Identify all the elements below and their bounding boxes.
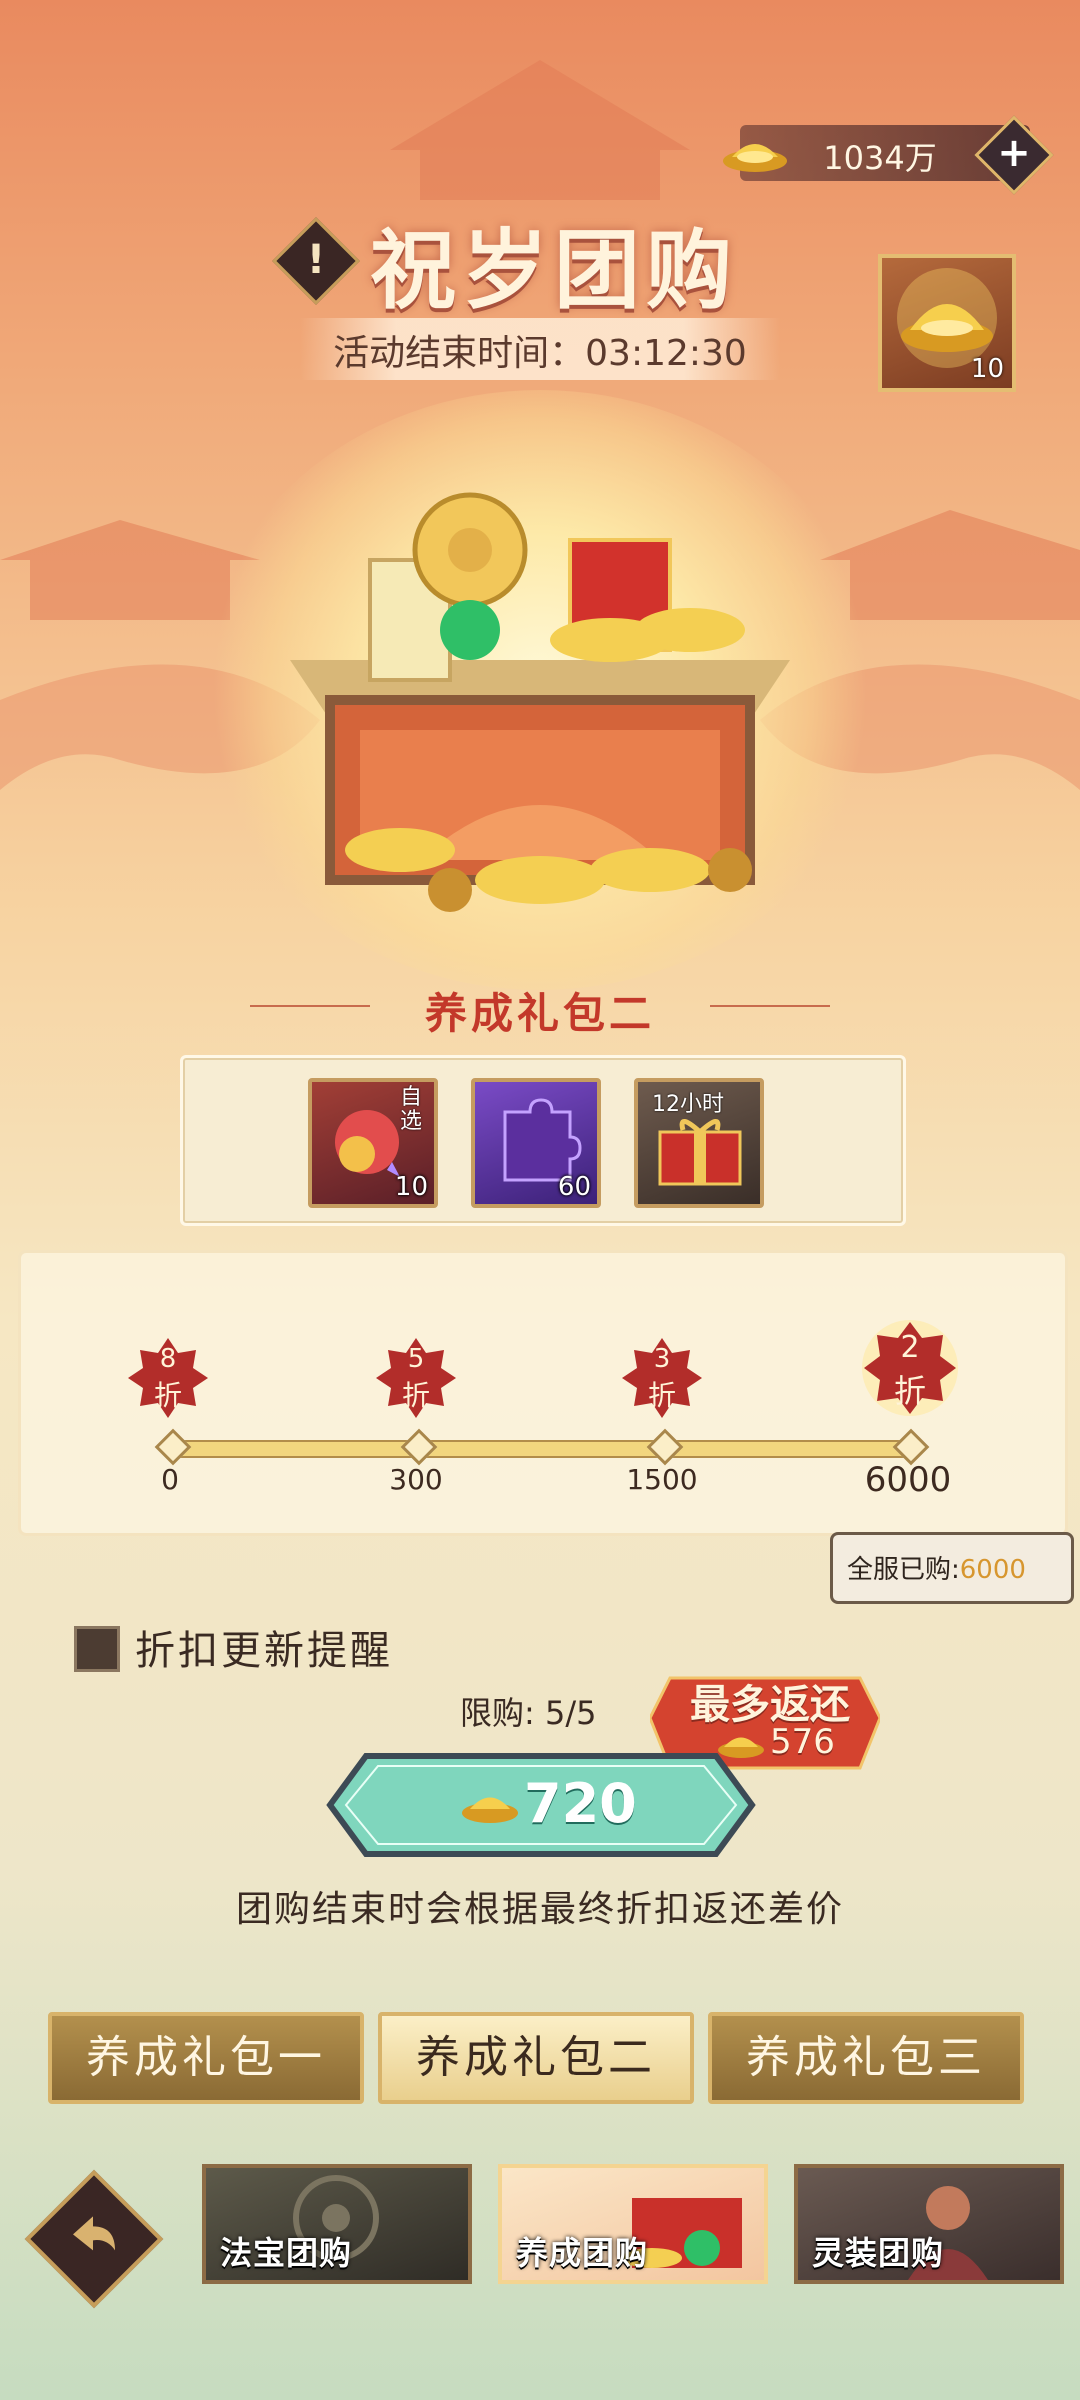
tab-gift-pack-1[interactable]: 养成礼包一	[48, 2012, 364, 2104]
item-gift-box[interactable]: 12小时	[634, 1078, 764, 1208]
tier-unit: 折	[401, 1379, 430, 1412]
tier-threshold: 1500	[626, 1463, 698, 1496]
tier-discount: 3	[653, 1344, 671, 1374]
server-purchased-label: 全服已购:6000	[847, 1549, 1026, 1586]
discount-tier-badge-active: 2 折	[862, 1320, 958, 1416]
tier-threshold: 0	[161, 1463, 179, 1496]
discount-reminder-checkbox[interactable]	[74, 1626, 120, 1672]
server-purchased-value: 6000	[959, 1555, 1026, 1585]
back-button[interactable]	[24, 2169, 164, 2309]
tier-unit: 折	[153, 1379, 182, 1412]
tier-unit: 折	[893, 1372, 926, 1410]
tier-unit: 折	[647, 1379, 676, 1412]
purchase-price: 720	[524, 1772, 637, 1835]
reward-count: 10	[970, 354, 1004, 384]
item-tag: 自选	[400, 1085, 423, 1134]
server-purchased-bubble: 全服已购:6000	[830, 1532, 1074, 1604]
item-selectable-chest[interactable]: 自选 10	[308, 1078, 438, 1208]
nav-label: 法宝团购	[220, 2234, 353, 2272]
tier-threshold: 6000	[864, 1460, 952, 1500]
refund-note: 团购结束时会根据最终折扣返还差价	[235, 1889, 844, 1930]
progress-track	[168, 1440, 912, 1458]
item-duration-tag: 12小时	[652, 1092, 724, 1117]
nav-fabao-group-buy[interactable]: 法宝团购	[202, 2164, 472, 2284]
item-count: 10	[394, 1172, 428, 1202]
purchase-limit: 限购: 5/5	[460, 1694, 597, 1732]
gift-pack-title: 养成礼包二	[424, 989, 655, 1038]
item-puzzle-piece[interactable]: 60	[471, 1078, 601, 1208]
info-icon: !	[306, 237, 326, 283]
item-count: 60	[557, 1172, 591, 1202]
discount-reminder-label: 折扣更新提醒	[135, 1628, 393, 1674]
currency-bar: 1034万 +	[723, 115, 1054, 195]
tab-gift-pack-2[interactable]: 养成礼包二	[378, 2012, 694, 2104]
discount-tier-badge: 8 折	[128, 1338, 208, 1418]
tier-discount: 5	[407, 1344, 425, 1374]
nav-label: 灵装团购	[812, 2234, 945, 2272]
discount-tier-badge: 3 折	[622, 1338, 702, 1418]
tier-discount: 8	[159, 1344, 177, 1374]
tier-discount: 2	[900, 1330, 920, 1365]
gold-ingot-icon	[462, 1797, 518, 1823]
purchase-button[interactable]: 720	[326, 1752, 756, 1858]
reward-preview-button[interactable]: 10	[878, 254, 1016, 392]
tab-gift-pack-3[interactable]: 养成礼包三	[708, 2012, 1024, 2104]
event-timer: 活动结束时间：03:12:30	[333, 333, 747, 374]
gift-items-panel: 自选 10 60 12小时	[180, 1055, 906, 1226]
back-arrow-icon	[73, 2216, 115, 2251]
discount-tier-badge: 5 折	[376, 1338, 456, 1418]
plus-icon: +	[997, 130, 1031, 176]
max-return-value: 576	[770, 1722, 835, 1762]
gold-ingot-icon	[723, 144, 787, 172]
nav-yangcheng-group-buy[interactable]: 养成团购	[498, 2164, 768, 2284]
nav-label: 养成团购	[516, 2234, 649, 2272]
treasure-chest-image	[290, 492, 790, 912]
server-purchased-text: 全服已购:	[847, 1555, 960, 1585]
page-title: 祝岁团购	[370, 220, 738, 321]
nav-lingzhuang-group-buy[interactable]: 灵装团购	[794, 2164, 1064, 2284]
currency-amount: 1034万	[823, 139, 937, 177]
tier-threshold: 300	[389, 1463, 443, 1496]
